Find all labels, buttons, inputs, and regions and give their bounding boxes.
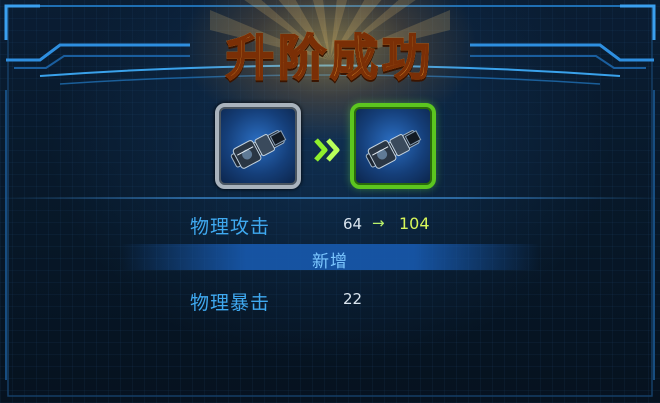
upgrade-success-panel: 升阶成功 物理攻击 64 → 104 新增 物理暴击 22 — [0, 0, 660, 403]
page-title: 升阶成功 — [0, 18, 660, 88]
cannon-weapon-icon — [230, 130, 287, 169]
stat-crit-value: 22 — [343, 290, 363, 308]
cannon-weapon-icon — [365, 130, 422, 169]
new-section-label: 新增 — [312, 252, 348, 272]
section-divider — [0, 197, 660, 199]
stat-label-physical-crit: 物理暴击 — [190, 292, 271, 314]
arrow-right-icon: → — [372, 214, 385, 232]
stat-new-value: 104 — [399, 214, 430, 233]
stat-old-value: 64 — [343, 215, 363, 233]
equipment-slot-before[interactable] — [215, 103, 301, 189]
double-chevron-right-icon — [314, 138, 340, 162]
stat-label-physical-attack: 物理攻击 — [190, 216, 271, 238]
equipment-slot-after[interactable] — [350, 103, 436, 189]
